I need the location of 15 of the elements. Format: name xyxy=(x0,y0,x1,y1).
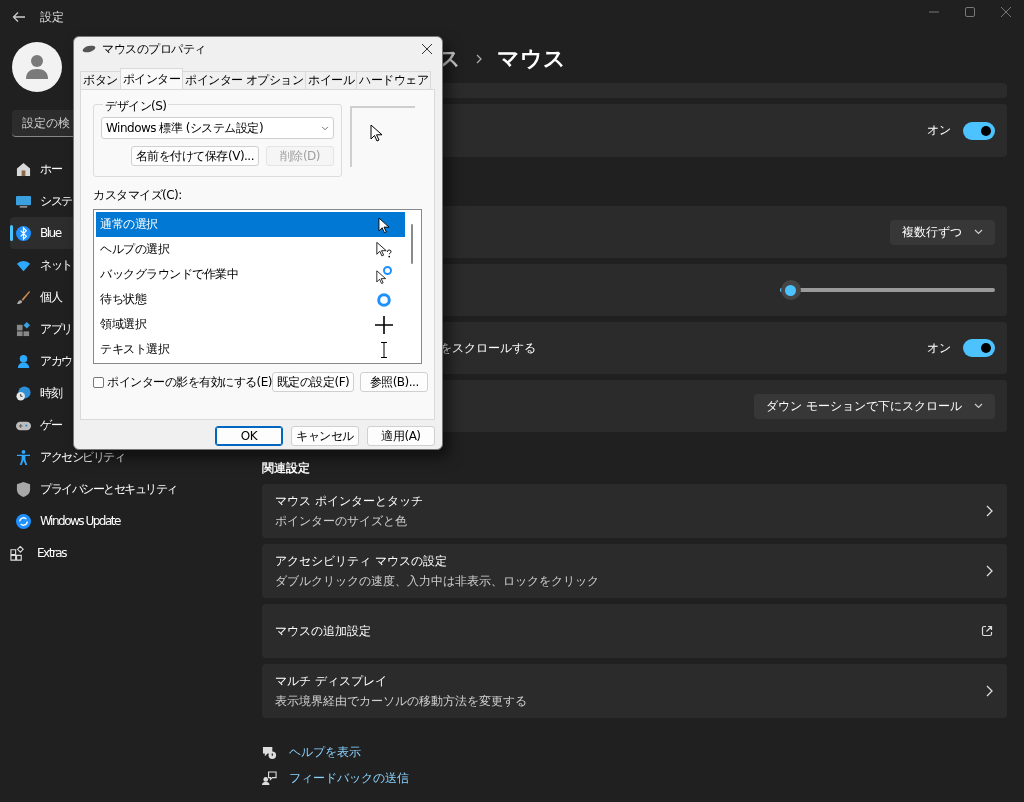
card-title: マウス ポインターとタッチ xyxy=(275,492,423,510)
list-label: カスタマイズ(C): xyxy=(93,187,183,204)
card-subtitle: ポインターのサイズと色 xyxy=(275,512,408,530)
page-title: マウス xyxy=(497,45,566,73)
toggle-state: オン xyxy=(927,339,951,357)
dialog-title: マウスのプロパティ xyxy=(102,40,206,58)
group-label: デザイン(S) xyxy=(103,98,169,115)
toggle-state: オン xyxy=(927,122,951,139)
card-title: アクセシビリティ マウスの設定 xyxy=(275,552,448,570)
section-heading: 関連設定 xyxy=(262,460,311,477)
window-title: 設定 xyxy=(40,8,64,26)
card-subtitle: 表示境界経由でカーソルの移動方法を変更する xyxy=(275,692,527,710)
card-title: マウスの追加設定 xyxy=(275,622,371,640)
card-subtitle: ダブルクリックの速度、入力中は非表示、ロックをクリック xyxy=(275,572,599,590)
card-title: マルチ ディスプレイ xyxy=(275,672,388,690)
